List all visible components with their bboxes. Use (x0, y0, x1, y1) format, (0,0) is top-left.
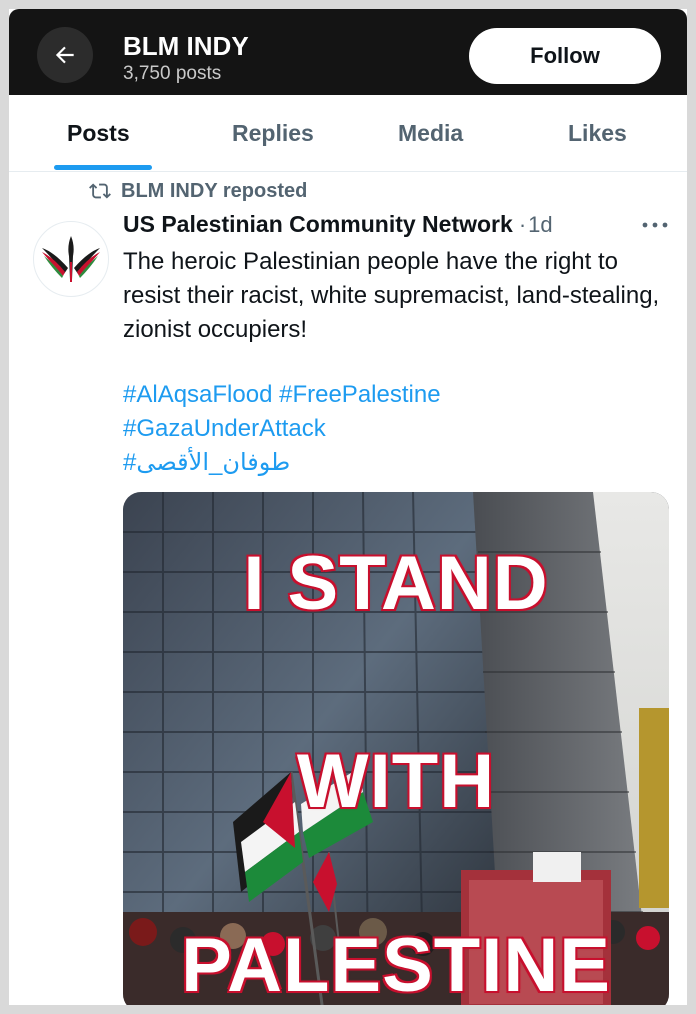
author-logo-icon (42, 236, 100, 282)
post-text: The heroic Palestinian people have the r… (123, 248, 660, 343)
hashtag-link[interactable]: #طوفان_الأقصى (123, 446, 673, 480)
hashtag-link[interactable]: #GazaUnderAttack (123, 412, 673, 446)
image-caption-line-3: PALESTINE (180, 922, 612, 1006)
repost-label: BLM INDY reposted (121, 179, 308, 202)
post-count: 3,750 posts (123, 63, 222, 84)
arrow-left-icon (55, 46, 74, 64)
follow-button[interactable]: Follow (469, 28, 661, 84)
post-author-line: US Palestinian Community Network · 1d (123, 211, 553, 238)
hashtag-list: #AlAqsaFlood #FreePalestine #GazaUnderAt… (123, 378, 673, 480)
more-options-icon[interactable] (639, 213, 671, 237)
active-tab-indicator (54, 165, 152, 170)
hashtag-link[interactable]: #FreePalestine (279, 381, 440, 408)
profile-header: BLM INDY 3,750 posts Follow (9, 9, 687, 95)
app-frame: BLM INDY 3,750 posts Follow Posts Replie… (9, 9, 687, 1005)
hashtag-link[interactable]: #AlAqsaFlood (123, 381, 272, 408)
author-avatar[interactable] (33, 221, 109, 297)
tab-replies[interactable]: Replies (232, 95, 314, 171)
tab-likes[interactable]: Likes (568, 95, 627, 171)
tab-posts[interactable]: Posts (67, 95, 130, 171)
tab-media[interactable]: Media (398, 95, 463, 171)
post-image[interactable]: I STAND WITH PALESTINE (123, 492, 669, 1005)
profile-tabs: Posts Replies Media Likes (9, 95, 687, 172)
separator-dot: · (518, 212, 527, 237)
image-caption-line-1: I STAND (242, 540, 549, 628)
repost-icon (89, 183, 111, 199)
post-timestamp[interactable]: 1d (528, 212, 552, 238)
back-button[interactable] (37, 27, 93, 83)
profile-name: BLM INDY (123, 31, 249, 61)
author-name[interactable]: US Palestinian Community Network (123, 211, 513, 238)
repost-indicator[interactable]: BLM INDY reposted (87, 177, 307, 205)
image-caption-line-2: WITH (295, 738, 496, 826)
